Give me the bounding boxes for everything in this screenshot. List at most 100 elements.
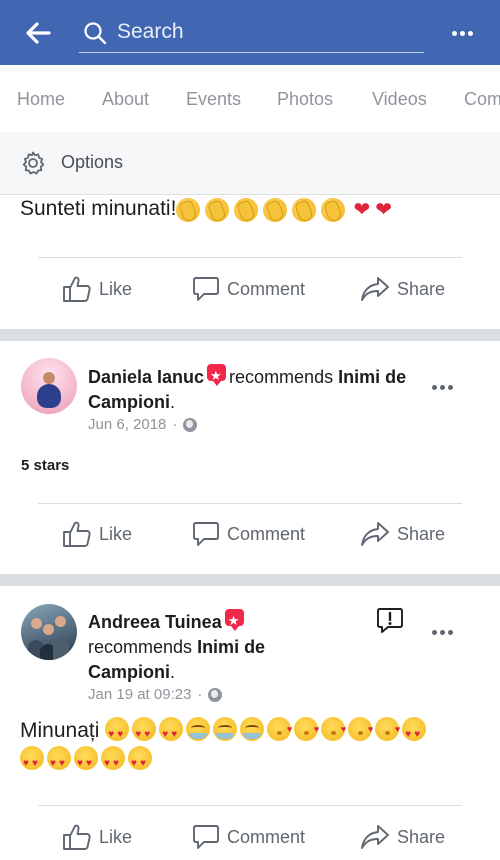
recommendation-icon [207, 363, 227, 388]
kissing-heart-icon [348, 715, 373, 744]
more-horizontal-icon [451, 30, 473, 36]
tab-home[interactable]: Home [17, 89, 65, 110]
post-2-more-button[interactable] [428, 377, 456, 397]
heart-eyes-icon [105, 717, 130, 749]
like-button[interactable]: Like [62, 511, 132, 557]
search-input[interactable]: Search [79, 12, 424, 53]
post-3-headline: Andreea Tuinearecommends Inimi de Campio… [88, 608, 328, 685]
post-1-message: Sunteti minunati! [20, 197, 177, 221]
divider [38, 257, 462, 258]
more-horizontal-icon [431, 629, 453, 635]
post-3-more-button[interactable] [428, 622, 456, 642]
clapping-hands-icon [321, 197, 346, 222]
recommendation-icon [224, 608, 244, 633]
more-horizontal-icon [431, 384, 453, 390]
post-1-actions: Like Comment Share [0, 266, 500, 312]
tears-of-joy-icon [186, 717, 211, 741]
tab-community[interactable]: Com [464, 89, 500, 110]
post-3-text: Minunați [20, 715, 480, 778]
avatar[interactable] [21, 604, 77, 660]
heart-eyes-icon [402, 717, 427, 749]
tab-events[interactable]: Events [186, 89, 241, 110]
post-2-headline: Daniela Ianucrecommends Inimi de Campion… [88, 363, 418, 415]
recommends-verb: recommends [229, 367, 334, 387]
options-label: Options [61, 152, 124, 172]
heart-eyes-icon [159, 717, 184, 749]
comment-button[interactable]: Comment [192, 266, 305, 312]
top-bar: Search [0, 0, 500, 65]
kissing-heart-icon [321, 715, 346, 744]
comment-button[interactable]: Comment [192, 511, 305, 557]
share-icon [361, 522, 389, 546]
heart-eyes-icon [101, 746, 125, 778]
divider [38, 503, 462, 504]
comment-icon [193, 825, 219, 849]
share-button[interactable]: Share [360, 814, 445, 860]
recommends-verb: recommends [88, 637, 193, 657]
share-label: Share [397, 278, 446, 299]
heart-eyes-icon [132, 717, 157, 749]
share-label: Share [397, 826, 446, 847]
clapping-hands-icon [205, 197, 230, 222]
options-bar[interactable]: Options [0, 132, 500, 195]
page-tabs: Home About Events Photos Videos Com [0, 65, 500, 132]
share-icon [361, 277, 389, 301]
tears-of-joy-icon [240, 717, 265, 741]
tab-photos[interactable]: Photos [277, 89, 333, 110]
red-heart-icon: ❤ [375, 199, 392, 221]
report-icon[interactable] [376, 606, 404, 634]
share-label: Share [397, 523, 446, 544]
kissing-heart-icon [267, 715, 292, 744]
like-label: Like [99, 278, 133, 299]
globe-icon [183, 417, 198, 432]
post-date[interactable]: Jan 19 at 09:23 [88, 686, 191, 703]
rating-text: 5 stars [21, 457, 70, 474]
comment-button[interactable]: Comment [192, 814, 305, 860]
divider [38, 805, 462, 806]
arrow-left-icon [26, 22, 51, 44]
globe-icon [208, 687, 223, 702]
post-1-text: Sunteti minunati! ❤ ❤ [20, 197, 392, 222]
author-name[interactable]: Andreea Tuinea [88, 612, 222, 632]
share-button[interactable]: Share [360, 266, 445, 312]
comment-label: Comment [227, 826, 306, 847]
post-separator [0, 329, 500, 341]
like-button[interactable]: Like [62, 814, 132, 860]
kissing-heart-icon [375, 715, 400, 744]
post-3-actions: Like Comment Share [0, 814, 500, 860]
comment-icon [193, 277, 219, 301]
clapping-hands-icon [176, 197, 201, 222]
comment-label: Comment [227, 523, 306, 544]
thumbs-up-icon [63, 276, 91, 302]
like-label: Like [99, 826, 133, 847]
more-options-button[interactable] [445, 18, 479, 48]
thumbs-up-icon [63, 521, 91, 547]
post-date[interactable]: Jun 6, 2018 [88, 416, 166, 433]
clapping-hands-icon [234, 197, 259, 222]
author-name[interactable]: Daniela Ianuc [88, 367, 204, 387]
post-3-meta: Jan 19 at 09:23 · [88, 686, 223, 703]
share-button[interactable]: Share [360, 511, 445, 557]
heart-eyes-icon [128, 746, 152, 778]
heart-eyes-icon [74, 746, 98, 778]
red-heart-icon: ❤ [353, 199, 371, 221]
share-icon [361, 825, 389, 849]
tears-of-joy-icon [213, 717, 238, 741]
like-button[interactable]: Like [62, 266, 132, 312]
tab-about[interactable]: About [102, 89, 149, 110]
avatar[interactable] [21, 358, 77, 414]
post-3-message: Minunați [20, 719, 100, 742]
thumbs-up-icon [63, 824, 91, 850]
comment-icon [193, 522, 219, 546]
search-placeholder: Search [117, 20, 184, 43]
clapping-hands-icon [263, 197, 288, 222]
heart-eyes-icon [47, 746, 71, 778]
heart-eyes-icon [20, 746, 44, 778]
post-2-meta: Jun 6, 2018 · [88, 416, 198, 433]
kissing-heart-icon [294, 715, 319, 744]
gear-icon [22, 151, 45, 175]
back-button[interactable] [20, 18, 56, 48]
post-1-emoji: ❤ ❤ [176, 197, 392, 222]
tab-videos[interactable]: Videos [372, 89, 427, 110]
clapping-hands-icon [292, 197, 317, 222]
